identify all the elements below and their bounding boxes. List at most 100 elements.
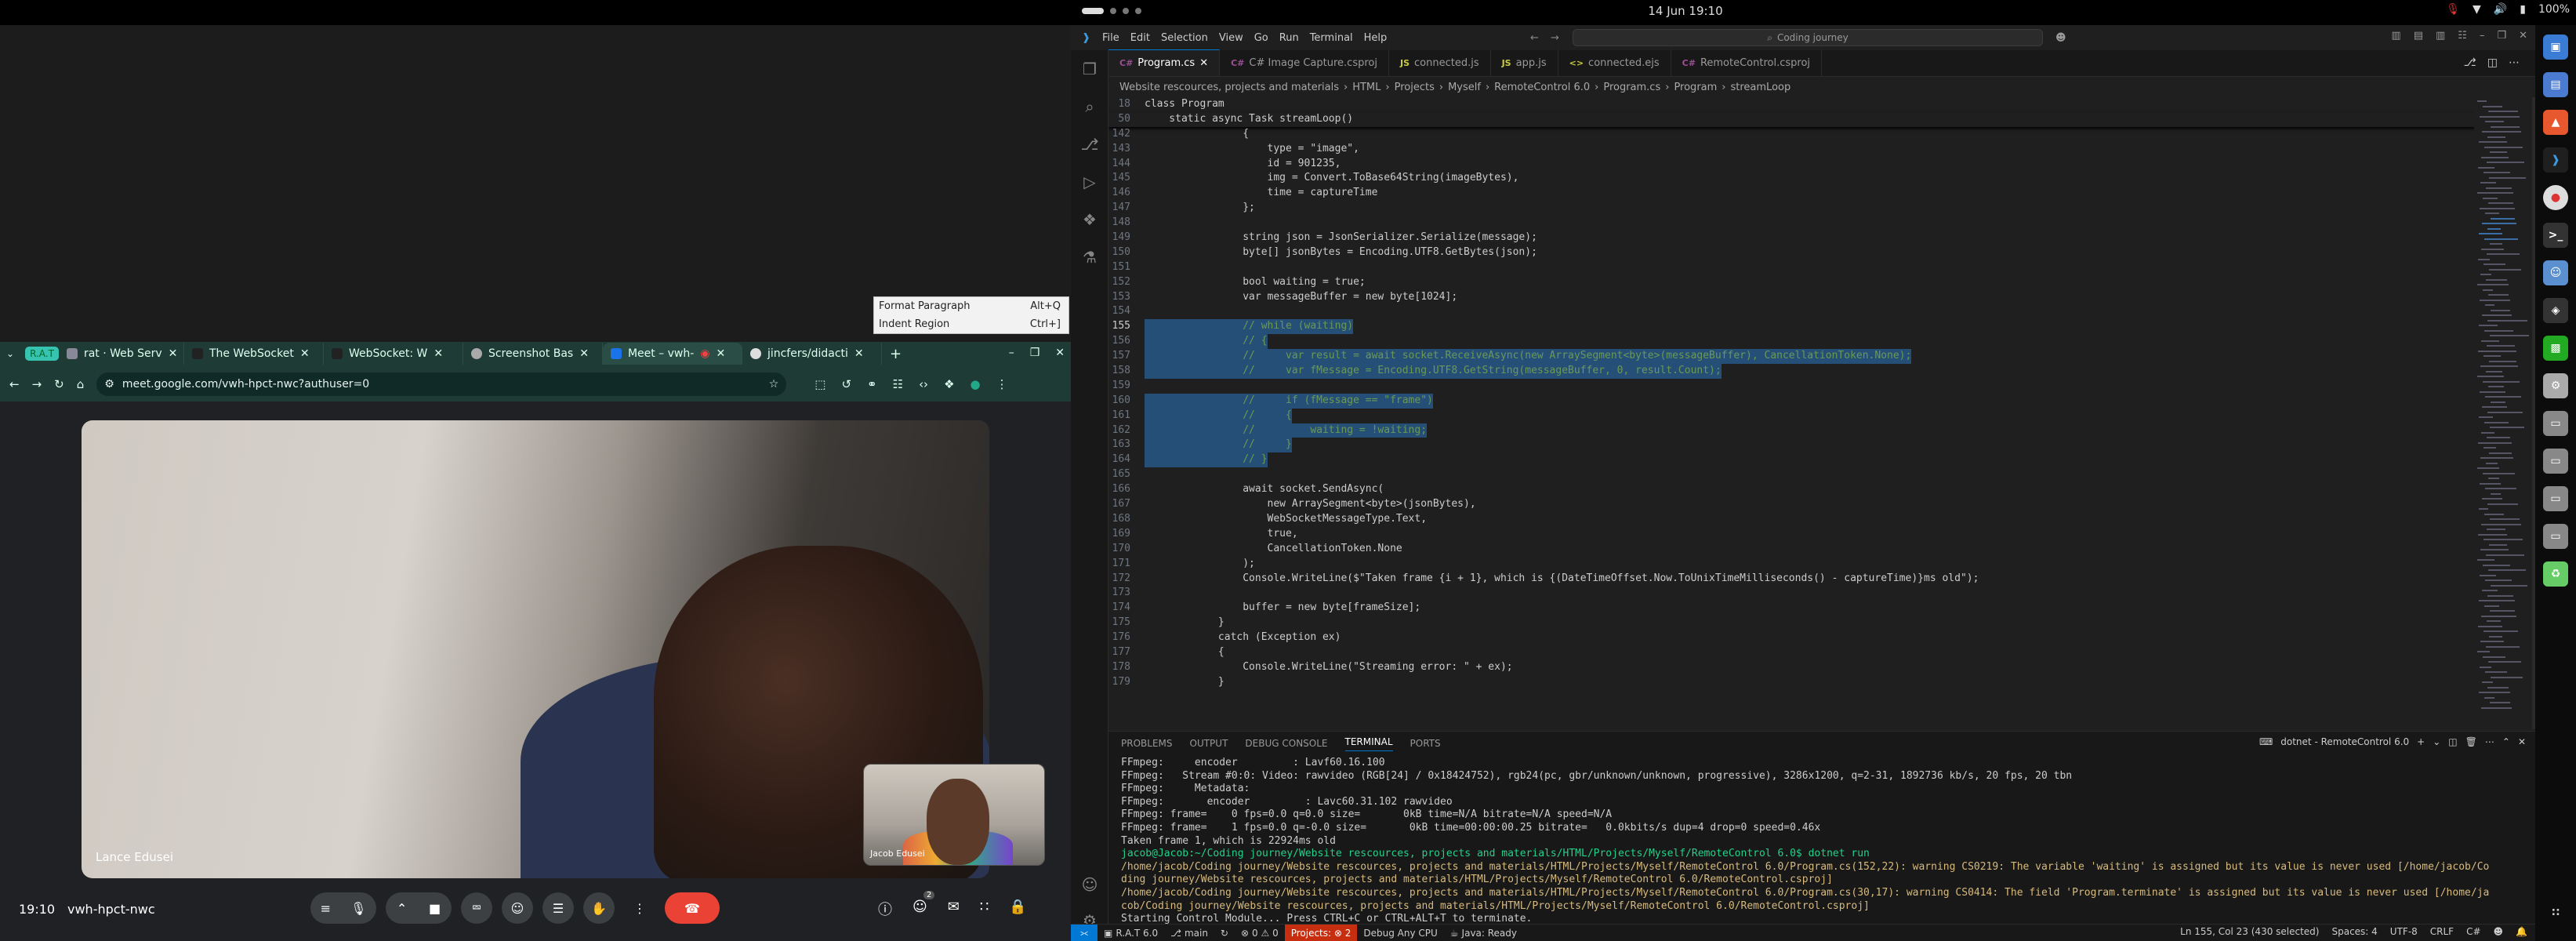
code-line[interactable]: 142 { bbox=[1108, 127, 2476, 142]
close-icon[interactable]: ✕ bbox=[579, 347, 589, 360]
run-debug-icon[interactable]: ▷ bbox=[1071, 163, 1108, 201]
breadcrumb-item[interactable]: Myself bbox=[1448, 82, 1481, 93]
menu-file[interactable]: File bbox=[1102, 32, 1119, 44]
line-number[interactable]: 169 bbox=[1108, 527, 1145, 542]
code-line[interactable]: 179 } bbox=[1108, 675, 2476, 690]
breadcrumb-item[interactable]: Program bbox=[1674, 82, 1717, 93]
tab-problems[interactable]: PROBLEMS bbox=[1121, 738, 1173, 749]
testing-icon[interactable]: ⚗ bbox=[1071, 238, 1108, 276]
minimize-button[interactable]: – bbox=[1009, 347, 1014, 359]
tab-connected-ejs[interactable]: <> connected.ejs bbox=[1558, 49, 1671, 76]
reactions-button[interactable]: ☺ bbox=[502, 892, 533, 924]
dock-app-13-icon[interactable]: ▭ bbox=[2543, 486, 2568, 511]
menu-help[interactable]: Help bbox=[1364, 32, 1388, 44]
line-number[interactable]: 147 bbox=[1108, 201, 1145, 216]
code-line[interactable]: 162 // waiting = !waiting; bbox=[1108, 423, 2476, 438]
minimize-button[interactable]: – bbox=[2480, 30, 2485, 42]
close-icon[interactable]: ✕ bbox=[717, 347, 726, 360]
host-controls-icon[interactable]: 🔒 bbox=[1009, 899, 1026, 919]
tab-debug-console[interactable]: DEBUG CONSOLE bbox=[1245, 738, 1327, 749]
remote-indicator-icon[interactable]: ⪥ bbox=[1071, 924, 1098, 941]
line-number[interactable]: 161 bbox=[1108, 409, 1145, 423]
dock-app-14-icon[interactable]: ▭ bbox=[2543, 524, 2568, 549]
copilot-icon[interactable]: ☻ bbox=[2055, 32, 2066, 44]
extensions-puzzle-icon[interactable]: ❖ bbox=[944, 377, 954, 391]
menu-item-indent-region[interactable]: Indent Region Ctrl+] bbox=[874, 315, 1068, 333]
dock-app-10-icon[interactable]: ⚙ bbox=[2543, 373, 2568, 398]
source-control-icon[interactable]: ⎇ bbox=[1071, 125, 1108, 163]
line-number[interactable]: 157 bbox=[1108, 349, 1145, 364]
sticky-scroll-line[interactable]: 50 static async Task streamLoop() bbox=[1108, 111, 2476, 127]
nav-back-icon[interactable]: ← bbox=[1530, 32, 1539, 44]
status-debug-config[interactable]: Debug Any CPU bbox=[1357, 928, 1443, 939]
tab-websocket-w[interactable]: WebSocket: W ✕ bbox=[324, 343, 463, 365]
status-notifications-icon[interactable]: 🔔 bbox=[2516, 926, 2527, 937]
breadcrumb-item[interactable]: HTML bbox=[1352, 82, 1381, 93]
tab-rat[interactable]: rat · Web Serv ✕ bbox=[59, 343, 184, 365]
code-line[interactable]: 161 // { bbox=[1108, 408, 2476, 423]
leave-call-button[interactable]: ☎ bbox=[665, 892, 720, 924]
trash-dock-icon[interactable]: ♻ bbox=[2543, 561, 2568, 587]
line-number[interactable]: 144 bbox=[1108, 157, 1145, 172]
history-icon[interactable]: ↺ bbox=[841, 377, 851, 391]
code-line[interactable]: 177 { bbox=[1108, 645, 2476, 660]
breadcrumb-item[interactable]: Projects bbox=[1395, 82, 1435, 93]
code-line[interactable]: 166 await socket.SendAsync( bbox=[1108, 482, 2476, 497]
code-line[interactable]: 165 bbox=[1108, 467, 2476, 482]
close-icon[interactable]: ✕ bbox=[300, 347, 310, 360]
reader-icon[interactable]: ☷ bbox=[893, 377, 903, 391]
captions-button[interactable]: ☰ bbox=[542, 892, 574, 924]
new-terminal-icon[interactable]: + bbox=[2417, 736, 2425, 747]
tab-remotecontrol-csproj[interactable]: C# RemoteControl.csproj bbox=[1671, 49, 1823, 76]
maximize-button[interactable]: ❒ bbox=[2497, 30, 2506, 42]
line-number[interactable]: 177 bbox=[1108, 645, 1145, 660]
tab-github[interactable]: jincfers/didacti ✕ bbox=[742, 343, 882, 365]
dock-app-7-icon[interactable]: ☺ bbox=[2543, 260, 2568, 285]
toggle-sidebar-icon[interactable]: ▥ bbox=[2391, 30, 2400, 42]
bookmark-star-icon[interactable]: ☆ bbox=[769, 378, 779, 391]
line-number[interactable]: 176 bbox=[1108, 630, 1145, 645]
status-extension[interactable]: ▣ R.A.T 6.0 bbox=[1098, 928, 1164, 939]
breadcrumb-item[interactable]: Program.cs bbox=[1603, 82, 1660, 93]
breadcrumb-item[interactable]: RemoteControl 6.0 bbox=[1494, 82, 1590, 93]
toggle-panel-icon[interactable]: ▤ bbox=[2414, 30, 2423, 42]
code-line[interactable]: 168 WebSocketMessageType.Text, bbox=[1108, 512, 2476, 527]
close-window-button[interactable]: ✕ bbox=[2519, 30, 2527, 42]
line-number[interactable]: 166 bbox=[1108, 482, 1145, 497]
line-number[interactable]: 158 bbox=[1108, 364, 1145, 379]
line-number[interactable]: 167 bbox=[1108, 497, 1145, 512]
status-sync-icon[interactable]: ↻ bbox=[1214, 928, 1235, 939]
status-java[interactable]: ☕ Java: Ready bbox=[1444, 928, 1523, 939]
code-line[interactable]: 158 // var fMessage = Encoding.UTF8.GetS… bbox=[1108, 364, 2476, 379]
vscode-dock-icon[interactable]: ❱ bbox=[2543, 147, 2568, 173]
profile-avatar[interactable]: ● bbox=[971, 377, 981, 391]
code-line[interactable]: 171 ); bbox=[1108, 557, 2476, 572]
code-line[interactable]: 178 Console.WriteLine("Streaming error: … bbox=[1108, 660, 2476, 675]
code-line[interactable]: 174 buffer = new byte[frameSize]; bbox=[1108, 601, 2476, 616]
command-center[interactable]: ⌕ Coding journey bbox=[1573, 29, 2043, 46]
present-button[interactable]: ⮹ bbox=[461, 892, 492, 924]
code-line[interactable]: 173 bbox=[1108, 586, 2476, 601]
raise-hand-button[interactable]: ✋ bbox=[583, 892, 615, 924]
workspace-indicator[interactable] bbox=[1082, 8, 1141, 14]
code-line[interactable]: 143 type = "image", bbox=[1108, 142, 2476, 157]
nav-forward-icon[interactable]: → bbox=[1551, 32, 1559, 44]
toggle-secondary-sidebar-icon[interactable]: ▥ bbox=[2436, 30, 2445, 42]
chat-icon[interactable]: ✉ bbox=[948, 899, 960, 919]
chrome-dock-icon[interactable]: ● bbox=[2543, 185, 2568, 210]
search-icon[interactable]: ⌕ bbox=[1071, 88, 1108, 125]
minimap[interactable] bbox=[2474, 97, 2535, 729]
account-icon[interactable]: ☺ bbox=[1071, 866, 1108, 903]
code-line[interactable]: 151 bbox=[1108, 260, 2476, 275]
line-number[interactable]: 168 bbox=[1108, 512, 1145, 527]
line-number[interactable]: 162 bbox=[1108, 423, 1145, 438]
trash-icon[interactable]: 🗑 bbox=[2465, 736, 2477, 747]
split-terminal-icon[interactable]: ◫ bbox=[2448, 736, 2457, 747]
line-number[interactable]: 174 bbox=[1108, 601, 1145, 616]
code-line[interactable]: 156 // { bbox=[1108, 334, 2476, 350]
people-button[interactable]: ☺ 2 bbox=[912, 891, 935, 919]
show-apps-icon[interactable]: ∷ bbox=[2543, 900, 2568, 925]
status-projects-error[interactable]: Projects: ⊗ 2 bbox=[1284, 924, 1358, 941]
line-number[interactable]: 143 bbox=[1108, 142, 1145, 157]
clock[interactable]: 14 Jun 19:10 bbox=[1568, 4, 1803, 18]
